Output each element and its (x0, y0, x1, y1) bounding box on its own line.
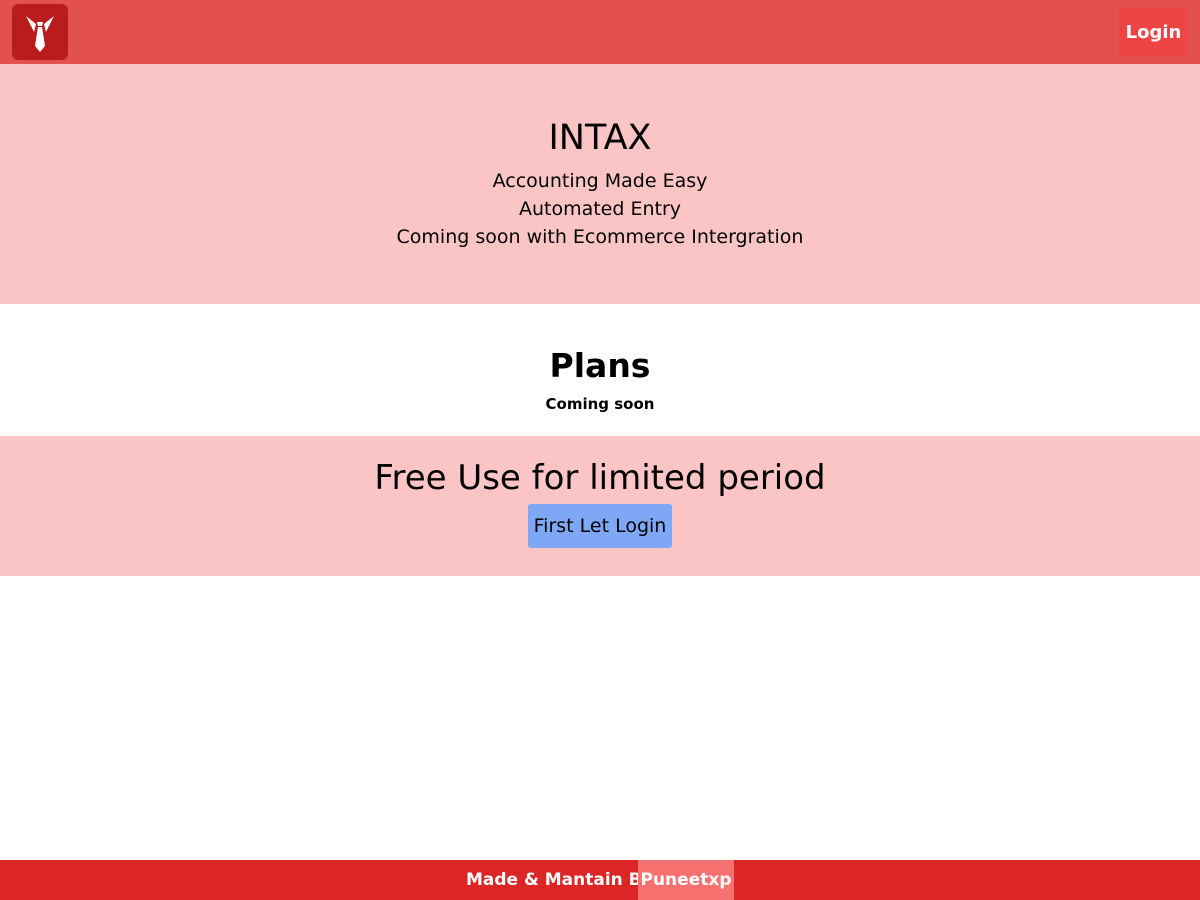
author-link[interactable]: Puneetxp (638, 860, 734, 900)
plans-title: Plans (549, 346, 651, 385)
plans-subtitle: Coming soon (545, 395, 655, 413)
promo-title: Free Use for limited period (374, 458, 826, 498)
hero-coming-soon: Coming soon with Ecommerce Intergration (396, 226, 804, 248)
hero-section: INTAX Accounting Made Easy Automated Ent… (0, 64, 1200, 304)
first-login-button[interactable]: First Let Login (528, 504, 672, 548)
login-button[interactable]: Login (1119, 8, 1188, 56)
footer-credit-text: Made & Mantain By (466, 870, 653, 890)
hero-feature: Automated Entry (518, 198, 682, 220)
top-navbar: Login (0, 0, 1200, 64)
plans-section: Plans Coming soon (0, 304, 1200, 436)
promo-section: Free Use for limited period First Let Lo… (0, 436, 1200, 576)
logo[interactable] (12, 4, 68, 60)
hero-title: INTAX (548, 118, 652, 158)
page: Login INTAX Accounting Made Easy Automat… (0, 0, 1200, 900)
hero-tagline: Accounting Made Easy (492, 170, 708, 192)
footer: Made & Mantain By Puneetxp (0, 860, 1200, 900)
tie-icon (26, 16, 54, 52)
